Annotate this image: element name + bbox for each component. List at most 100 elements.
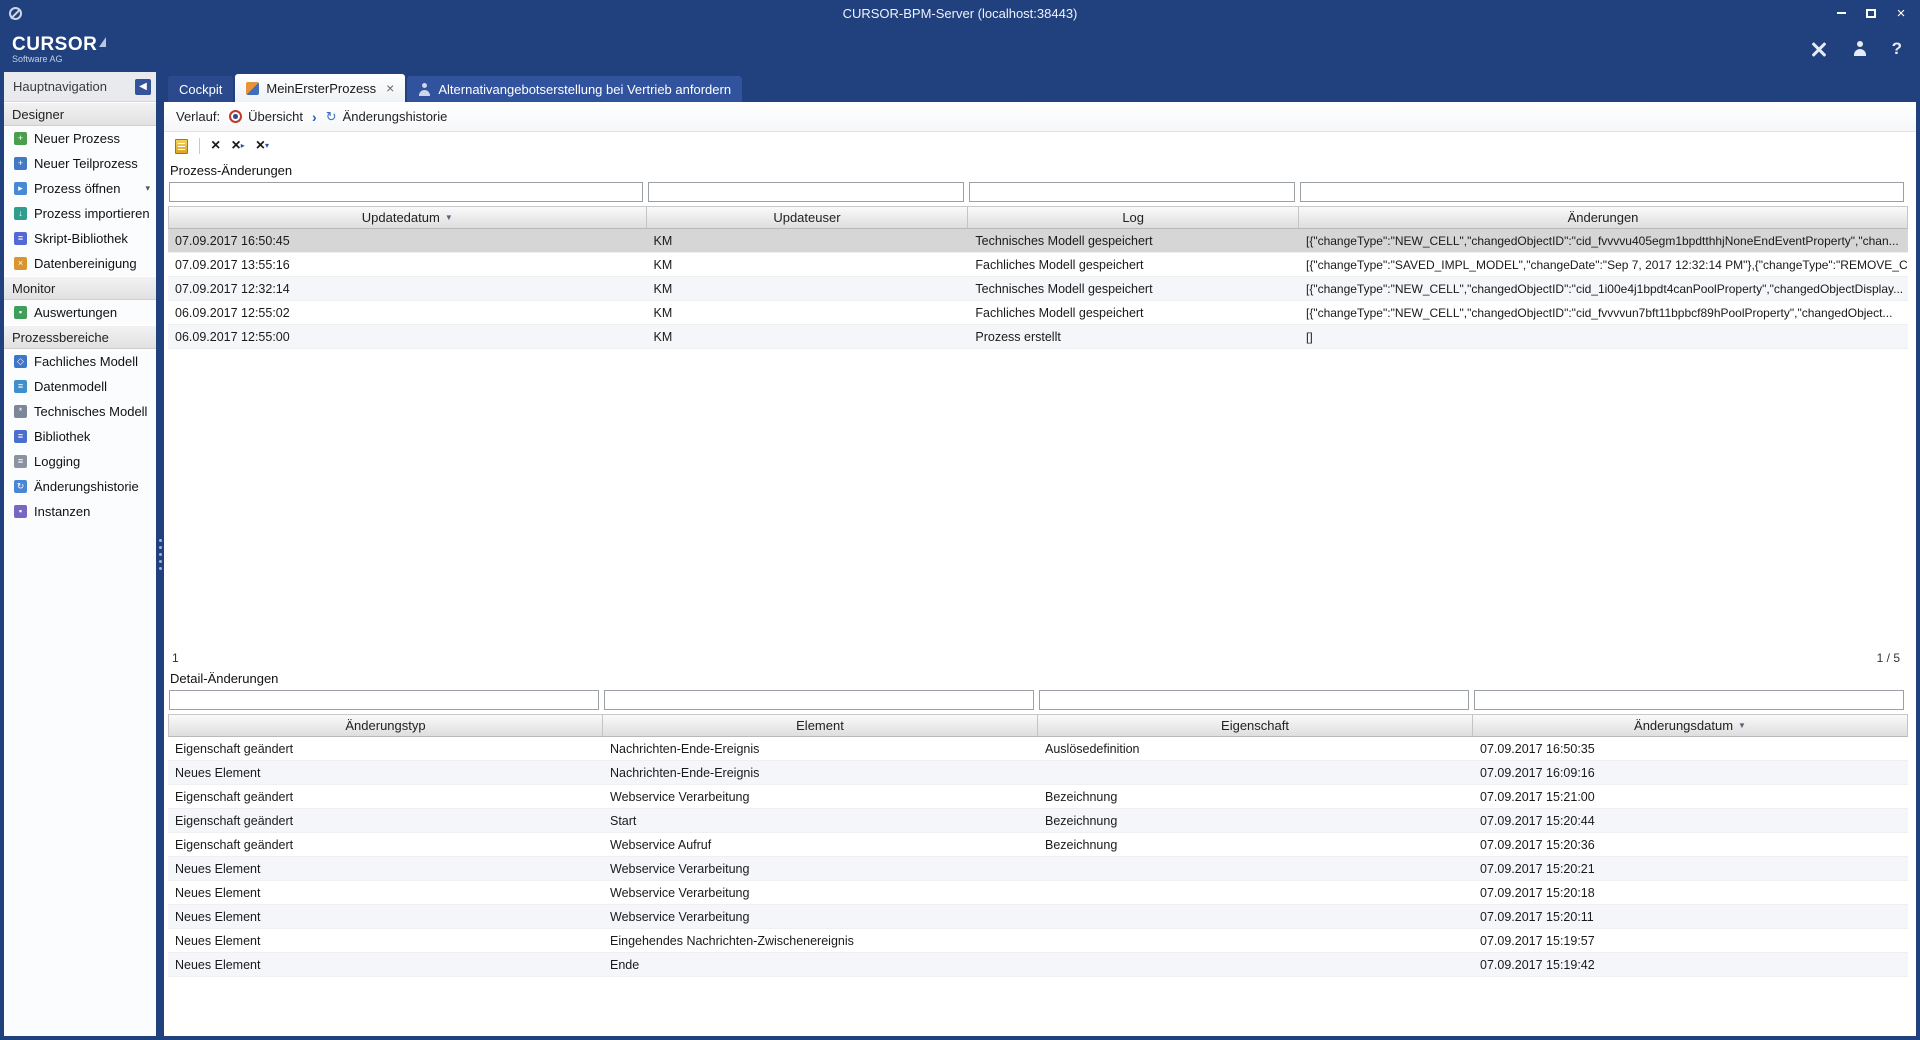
tab-cockpit[interactable]: Cockpit [168,76,233,102]
cell-element: Nachrichten-Ende-Ereignis [603,761,1038,784]
sort-arrow-icon: ▼ [1738,721,1746,730]
sidebar-item-logging[interactable]: ≡ Logging [4,449,156,474]
cell-aenderungsdatum: 07.09.2017 15:20:11 [1473,905,1908,928]
filter-input-aenderungen[interactable] [1300,182,1904,202]
table-row[interactable]: Eigenschaft geändert Nachrichten-Ende-Er… [168,737,1908,761]
section-header-prozessbereiche[interactable]: Prozessbereiche [4,325,156,349]
filter-input-eigenschaft[interactable] [1039,690,1469,710]
sidebar-item-technisches-modell[interactable]: * Technisches Modell [4,399,156,424]
cell-eigenschaft [1038,929,1473,952]
table-row[interactable]: Neues Element Ende 07.09.2017 15:19:42 [168,953,1908,977]
cell-aenderungsdatum: 07.09.2017 16:50:35 [1473,737,1908,760]
cell-aenderungen: [] [1299,325,1908,348]
filter-input-updateuser[interactable] [648,182,965,202]
section-header-designer[interactable]: Designer [4,102,156,126]
filter-input-log[interactable] [969,182,1295,202]
tab-alternativangebotserstellung[interactable]: Alternativangebotserstellung bei Vertrie… [407,76,742,102]
sidebar-item-datenmodell[interactable]: ≡ Datenmodell [4,374,156,399]
section-header-monitor[interactable]: Monitor [4,276,156,300]
close-button[interactable]: × [1886,2,1916,24]
technical-model-icon: * [14,405,27,418]
script-library-icon: ≡ [14,232,27,245]
cell-updateuser: KM [647,325,969,348]
sidebar-item-instanzen[interactable]: ▪ Instanzen [4,499,156,524]
business-model-icon: ◇ [14,355,27,368]
breadcrumb-item-aenderungshistorie[interactable]: ↻ Änderungshistorie [326,109,448,124]
cell-aenderungstyp: Neues Element [168,929,603,952]
clear-filter-icon[interactable]: ×▸ [231,138,244,154]
detail-changes-title: Detail-Änderungen [168,668,1908,688]
cell-log: Fachliches Modell gespeichert [968,301,1299,324]
cell-updatedatum: 07.09.2017 12:32:14 [168,277,647,300]
sidebar-item-auswertungen[interactable]: ▪ Auswertungen [4,300,156,325]
sidebar-item-datenbereinigung[interactable]: × Datenbereinigung [4,251,156,276]
table-row[interactable]: Eigenschaft geändert Start Bezeichnung 0… [168,809,1908,833]
filter-input-element[interactable] [604,690,1034,710]
detail-changes-filter-row [168,688,1908,714]
dropdown-caret-icon[interactable]: ▾ [145,183,150,194]
table-row[interactable]: 06.09.2017 12:55:00 KM Prozess erstellt … [168,325,1908,349]
sidebar-collapse-button[interactable]: ◀ [135,79,151,95]
table-row[interactable]: Neues Element Eingehendes Nachrichten-Zw… [168,929,1908,953]
logging-icon: ≡ [14,455,27,468]
column-header-aenderungen[interactable]: Änderungen [1299,206,1908,229]
sidebar-item-prozess-oeffnen[interactable]: ▸ Prozess öffnen ▾ [4,176,156,201]
cell-aenderungsdatum: 07.09.2017 16:09:16 [1473,761,1908,784]
filter-input-updatedatum[interactable] [169,182,643,202]
breadcrumb-item-uebersicht[interactable]: Übersicht [229,109,303,124]
cell-aenderungsdatum: 07.09.2017 15:20:44 [1473,809,1908,832]
cell-updatedatum: 07.09.2017 13:55:16 [168,253,647,276]
table-row[interactable]: 06.09.2017 12:55:02 KM Fachliches Modell… [168,301,1908,325]
sidebar-item-fachliches-modell[interactable]: ◇ Fachliches Modell [4,349,156,374]
table-row[interactable]: 07.09.2017 13:55:16 KM Fachliches Modell… [168,253,1908,277]
cell-updateuser: KM [647,229,969,252]
cell-aenderungsdatum: 07.09.2017 15:20:18 [1473,881,1908,904]
table-row[interactable]: Neues Element Nachrichten-Ende-Ereignis … [168,761,1908,785]
log-export-icon[interactable] [175,139,188,154]
sidebar: Hauptnavigation ◀ Designer + Neuer Proze… [4,72,156,1036]
sidebar-item-neuer-teilprozess[interactable]: + Neuer Teilprozess [4,151,156,176]
titlebar: CURSOR-BPM-Server (localhost:38443) × [0,0,1920,26]
sidebar-item-aenderungshistorie[interactable]: ↻ Änderungshistorie [4,474,156,499]
process-changes-header-row: Updatedatum ▼ Updateuser Log Änderungen [168,206,1908,229]
sidebar-splitter[interactable] [156,72,164,1036]
column-header-aenderungsdatum[interactable]: Änderungsdatum ▼ [1473,714,1908,737]
table-row[interactable]: 07.09.2017 12:32:14 KM Technisches Model… [168,277,1908,301]
tab-mein-erster-prozess[interactable]: MeinErsterProzess × [235,74,405,102]
user-settings-icon[interactable] [1852,41,1868,57]
main-area: Cockpit MeinErsterProzess × Alternativan… [164,72,1916,1036]
sort-arrow-icon: ▼ [445,213,453,222]
filter-input-aenderungsdatum[interactable] [1474,690,1904,710]
sidebar-item-skript-bibliothek[interactable]: ≡ Skript-Bibliothek [4,226,156,251]
column-header-element[interactable]: Element [603,714,1038,737]
table-row[interactable]: 07.09.2017 16:50:45 KM Technisches Model… [168,229,1908,253]
clear-all-filters-icon[interactable]: ×▾ [256,138,269,154]
table-row[interactable]: Eigenschaft geändert Webservice Aufruf B… [168,833,1908,857]
help-icon[interactable]: ? [1892,39,1902,59]
cell-aenderungsdatum: 07.09.2017 15:19:57 [1473,929,1908,952]
sidebar-item-prozess-importieren[interactable]: ↓ Prozess importieren [4,201,156,226]
sidebar-item-neuer-prozess[interactable]: + Neuer Prozess [4,126,156,151]
tools-icon[interactable] [1810,40,1828,58]
cell-eigenschaft [1038,761,1473,784]
window-controls: × [1826,2,1916,24]
column-header-aenderungstyp[interactable]: Änderungstyp [168,714,603,737]
page-current: 1 [172,651,179,665]
maximize-button[interactable] [1856,2,1886,24]
sidebar-header: Hauptnavigation ◀ [4,72,156,102]
table-row[interactable]: Neues Element Webservice Verarbeitung 07… [168,905,1908,929]
column-header-eigenschaft[interactable]: Eigenschaft [1038,714,1473,737]
tab-close-icon[interactable]: × [386,81,394,95]
delete-icon[interactable]: × [211,138,220,154]
column-header-updatedatum[interactable]: Updatedatum ▼ [168,206,647,229]
data-model-icon: ≡ [14,380,27,393]
column-header-updateuser[interactable]: Updateuser [647,206,969,229]
minimize-button[interactable] [1826,2,1856,24]
sidebar-item-bibliothek[interactable]: ≡ Bibliothek [4,424,156,449]
table-row[interactable]: Eigenschaft geändert Webservice Verarbei… [168,785,1908,809]
table-row[interactable]: Neues Element Webservice Verarbeitung 07… [168,857,1908,881]
table-row[interactable]: Neues Element Webservice Verarbeitung 07… [168,881,1908,905]
column-header-log[interactable]: Log [968,206,1299,229]
cell-eigenschaft: Bezeichnung [1038,785,1473,808]
filter-input-aenderungstyp[interactable] [169,690,599,710]
